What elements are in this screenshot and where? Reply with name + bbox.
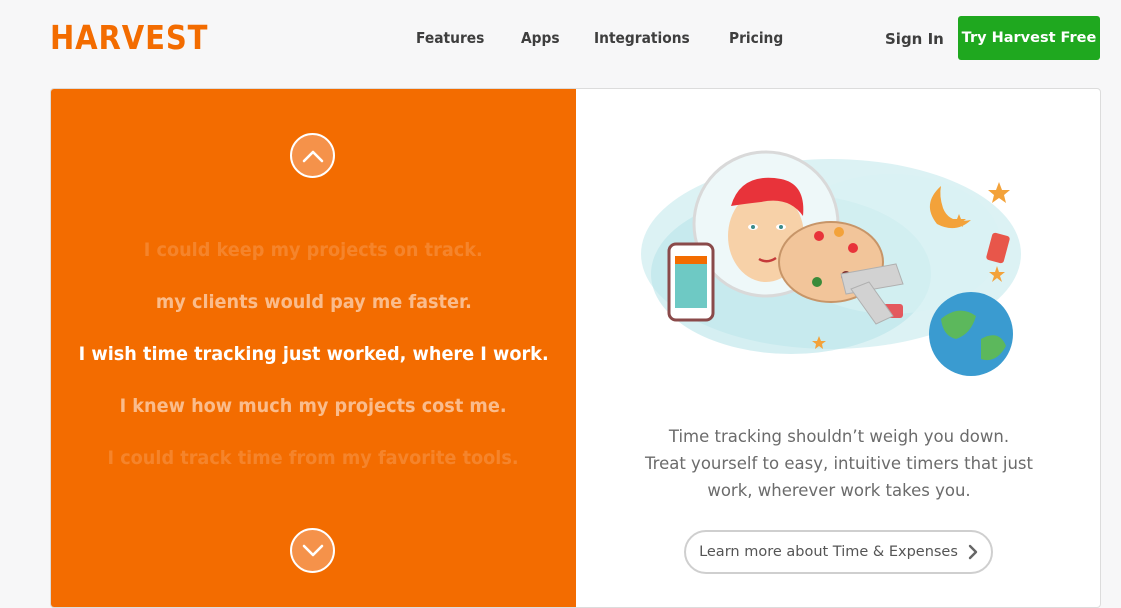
chevron-right-icon — [968, 544, 978, 560]
hero-card: I could keep my projects on track. my cl… — [50, 88, 1101, 608]
site-header: HARVEST Features Apps Integrations Prici… — [0, 0, 1121, 76]
chevron-down-icon — [302, 544, 323, 556]
chevron-up-icon — [302, 150, 323, 162]
carousel-phrase: my clients would pay me faster. — [155, 291, 472, 313]
sign-in-link[interactable]: Sign In — [885, 30, 944, 48]
learn-more-button[interactable]: Learn more about Time & Expenses — [684, 530, 993, 574]
carousel-up-button[interactable] — [290, 133, 335, 178]
main-nav: Features Apps Integrations Pricing — [416, 29, 819, 47]
learn-more-label: Learn more about Time & Expenses — [699, 544, 958, 560]
carousel-phrase: I could track time from my favorite tool… — [107, 447, 520, 469]
nav-pricing[interactable]: Pricing — [729, 29, 783, 47]
try-harvest-free-button[interactable]: Try Harvest Free — [958, 16, 1100, 60]
nav-integrations[interactable]: Integrations — [594, 29, 690, 47]
carousel-down-button[interactable] — [290, 528, 335, 573]
description-line: Time tracking shouldn’t weigh you down. — [668, 427, 1010, 446]
carousel-phrase: I could keep my projects on track. — [144, 239, 483, 261]
nav-apps[interactable]: Apps — [521, 29, 560, 47]
harvest-logo[interactable]: HARVEST — [50, 18, 208, 57]
feature-description: Time tracking shouldn’t weigh you down. … — [576, 423, 1100, 504]
description-line: Treat yourself to easy, intuitive timers… — [645, 454, 1033, 473]
astronaut-illustration — [641, 150, 1021, 376]
phrase-carousel: I could keep my projects on track. my cl… — [51, 89, 576, 607]
carousel-phrase: I knew how much my projects cost me. — [120, 395, 507, 417]
description-line: work, wherever work takes you. — [707, 481, 971, 500]
nav-features[interactable]: Features — [416, 29, 484, 47]
carousel-phrase-active: I wish time tracking just worked, where … — [78, 343, 549, 365]
